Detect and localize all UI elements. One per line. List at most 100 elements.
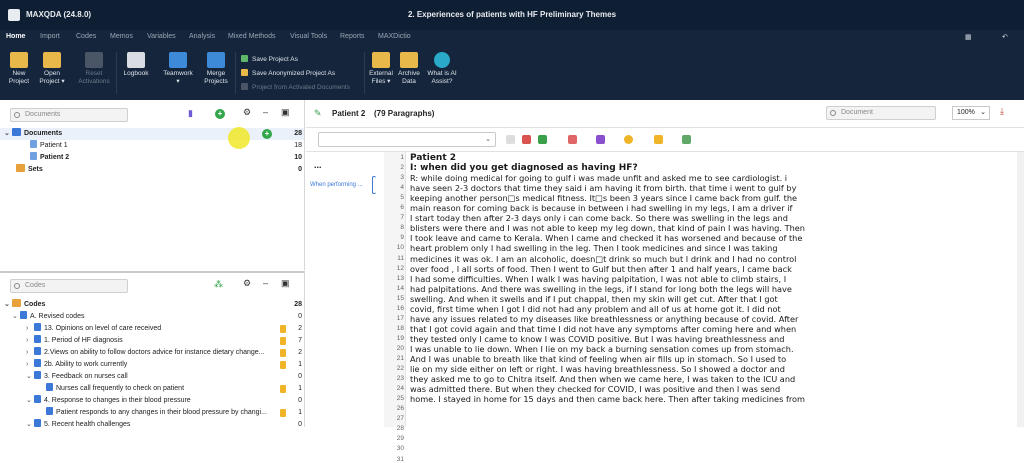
undo-icon[interactable]: ↶ [1002, 33, 1008, 41]
scrollbar[interactable] [1017, 152, 1024, 427]
text-line[interactable]: swelling. And when it swells and if I pu… [410, 294, 822, 304]
text-line[interactable]: main reason for coming back is because i… [410, 203, 822, 213]
tab-home[interactable]: Home [6, 33, 25, 40]
codes-root-row[interactable]: ⌄ Codes [4, 299, 45, 311]
text-line[interactable]: that I got covid again and that time I d… [410, 324, 822, 334]
minimize-icon[interactable]: – [263, 107, 268, 117]
tab-codes[interactable]: Codes [76, 33, 96, 40]
project-from-activated-button[interactable]: Project from Activated Documents [241, 83, 350, 91]
code-icon [34, 359, 41, 367]
tab-mixed-methods[interactable]: Mixed Methods [228, 33, 275, 40]
text-line[interactable]: have any issues related to my diseases l… [410, 314, 822, 324]
minimize-icon[interactable]: – [263, 278, 268, 288]
document-type-icon[interactable]: ▮ [188, 108, 193, 119]
text-line[interactable]: lie on my side either on left or right. … [410, 364, 822, 374]
text-line[interactable]: they tested only I came to know I was CO… [410, 334, 822, 344]
code-row[interactable]: › 2b. Ability to work currently [26, 359, 127, 371]
search-icon [830, 110, 836, 116]
layout-icon[interactable]: ▦ [965, 33, 972, 41]
text-line[interactable]: I was unable to lie down. When I lie on … [410, 344, 822, 354]
document-heading[interactable]: Patient 2 [410, 153, 822, 163]
code-row[interactable]: Nurses call frequently to check on patie… [46, 383, 184, 395]
new-code-icon[interactable]: ⁂ [214, 279, 223, 290]
tab-reports[interactable]: Reports [340, 33, 365, 40]
link-icon[interactable] [682, 135, 691, 144]
documents-search-input[interactable]: Documents [10, 108, 128, 122]
text-line[interactable]: covid, first time when I got I did not h… [410, 304, 822, 314]
open-project-button[interactable]: Open Project ▾ [37, 52, 67, 86]
ribbon-separator [235, 52, 236, 94]
code-system-panel: Codes ⁂ ⚙ – ▣ ⌄ Codes 28 ⌄ A. Revised code… [0, 271, 305, 428]
tab-import[interactable]: Import [40, 33, 60, 40]
text-line[interactable]: had palpitations. And there was swelling… [410, 284, 822, 294]
archive-data-button[interactable]: Archive Data [396, 52, 422, 86]
tab-maxdictio[interactable]: MAXDictio [378, 33, 411, 40]
save-project-as-button[interactable]: Save Project As [241, 55, 298, 63]
add-document-icon[interactable]: + [215, 109, 225, 119]
add-document-group-icon[interactable]: + [262, 129, 272, 139]
text-line[interactable]: medicines it was ok. I am an alcoholic, … [410, 254, 822, 264]
code-row[interactable]: ⌄ 4. Response to changes in their blood p… [26, 395, 191, 407]
reset-activations-button[interactable]: Reset Activations [76, 52, 112, 86]
emoticode-icon[interactable] [568, 135, 577, 144]
quick-code-icon[interactable] [506, 135, 515, 144]
text-line[interactable]: I had some difficulties. When I walk I w… [410, 274, 822, 284]
text-line[interactable]: And I was unable to breath like that kin… [410, 354, 822, 364]
tab-memos[interactable]: Memos [110, 33, 133, 40]
maximize-icon[interactable]: ▣ [281, 107, 290, 118]
teamwork-button[interactable]: Teamwork ▾ [160, 52, 196, 86]
document-search-input[interactable]: Document [826, 106, 936, 120]
document-row-patient-1[interactable]: Patient 1 [30, 140, 68, 152]
tab-visual-tools[interactable]: Visual Tools [290, 33, 327, 40]
ai-assist-button[interactable]: What is AI Assist? [424, 52, 460, 86]
text-line[interactable]: they asked me to go to Chitra itself. An… [410, 374, 822, 384]
emoji-icon[interactable] [624, 135, 633, 144]
text-line[interactable]: heart problem only I had swelling in the… [410, 243, 822, 253]
document-row-patient-2[interactable]: Patient 2 [30, 152, 69, 164]
save-anonymized-button[interactable]: Save Anonymized Project As [241, 69, 335, 77]
new-project-button[interactable]: New Project [6, 52, 32, 86]
code-selector-dropdown[interactable]: ⌄ [318, 132, 496, 147]
text-line[interactable]: I took leave and came to Kerala. When I … [410, 233, 822, 243]
gear-icon[interactable]: ⚙ [243, 278, 251, 289]
coded-segment-label[interactable]: When performing ... [310, 182, 363, 188]
more-options-icon[interactable]: ... [314, 160, 322, 170]
text-line[interactable]: was admitted there. But when they checke… [410, 384, 822, 394]
zoom-select[interactable]: 100% ⌄ [952, 106, 990, 120]
tab-variables[interactable]: Variables [147, 33, 176, 40]
archive-data-icon [400, 52, 418, 68]
gear-icon[interactable]: ⚙ [243, 107, 251, 118]
text-line[interactable]: blisters were there and I was not able t… [410, 223, 822, 233]
merge-projects-button[interactable]: Merge Projects [201, 52, 231, 86]
code-in-vivo-icon[interactable] [538, 135, 547, 144]
memo-icon[interactable] [654, 135, 663, 144]
codes-search-input[interactable]: Codes [10, 279, 128, 293]
code-icon[interactable] [522, 135, 531, 144]
maximize-icon[interactable]: ▣ [281, 278, 290, 289]
paragraph-count: (79 Paragraphs) [374, 109, 435, 118]
text-line[interactable]: have seen 2-3 doctors that time they sai… [410, 183, 822, 193]
highlighter-icon[interactable] [596, 135, 605, 144]
text-line[interactable]: keeping another person□s medical fitness… [410, 193, 822, 203]
code-row[interactable]: › 13. Opinions on level of care received [26, 323, 161, 335]
code-row[interactable]: › 1. Period of HF diagnosis [26, 335, 123, 347]
code-row[interactable]: Patient responds to any changes in their… [46, 407, 267, 419]
text-line[interactable]: I start today then after 2-3 days only i… [410, 213, 822, 223]
code-row[interactable]: ⌄ 3. Feedback on nurses call [26, 371, 128, 383]
code-row[interactable]: › 2.Views on ability to follow doctors ad… [26, 347, 265, 359]
sets-row[interactable]: Sets [16, 164, 43, 176]
logbook-button[interactable]: Logbook [120, 52, 152, 78]
code-row-revised-codes[interactable]: ⌄ A. Revised codes [12, 311, 84, 323]
code-icon [46, 383, 53, 391]
text-line[interactable]: R: while doing medical for going to gulf… [410, 173, 822, 183]
documents-root-row[interactable]: ⌄ Documents [4, 128, 62, 140]
external-files-button[interactable]: External Files ▾ [367, 52, 395, 86]
export-icon[interactable]: ⤓ [1000, 106, 1004, 117]
coded-segment-bracket[interactable] [372, 176, 376, 194]
interview-question[interactable]: I: when did you get diagnosed as having … [410, 163, 822, 173]
edit-icon[interactable]: ✎ [314, 108, 322, 119]
tab-analysis[interactable]: Analysis [189, 33, 215, 40]
text-line[interactable]: home. I stayed in home for 15 days and t… [410, 394, 822, 404]
text-line[interactable]: over food , I all sorts of food. Then I … [410, 264, 822, 274]
code-row[interactable]: ⌄ 5. Recent health challenges [26, 419, 130, 431]
